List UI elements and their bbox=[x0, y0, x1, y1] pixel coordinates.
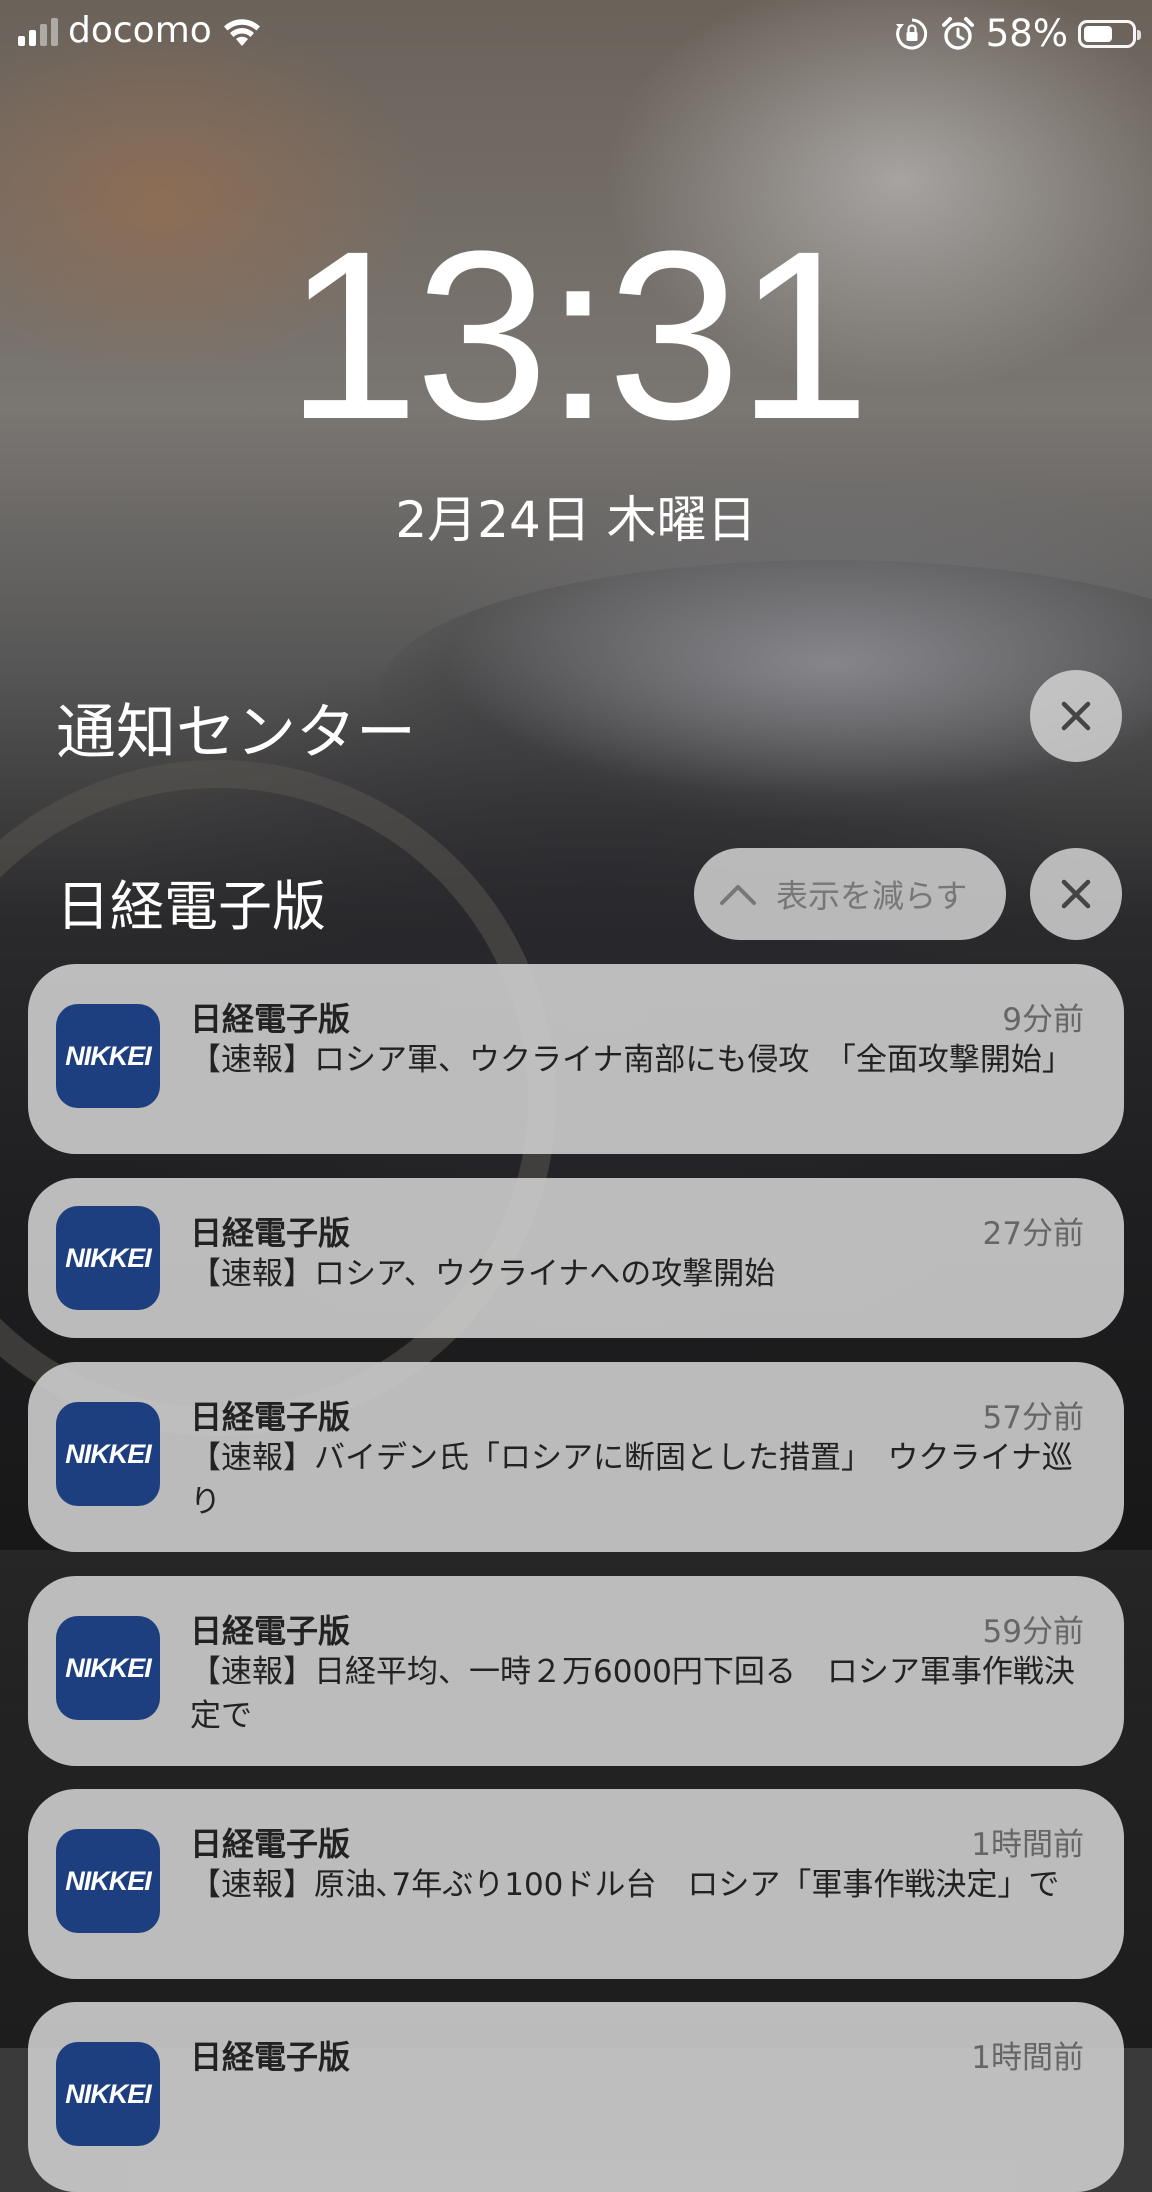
notification-body: 【速報】日経平均、一時２万6000円下回る ロシア軍事作戦決定で bbox=[190, 1654, 1075, 1734]
notification-card[interactable]: NIKKEI 日経電子版 57分前 【速報】バイデン氏「ロシアに断固とした措置」… bbox=[28, 1362, 1124, 1552]
close-icon bbox=[1061, 701, 1091, 731]
notification-time: 1時間前 bbox=[971, 1827, 1084, 1863]
lock-screen-time: 13:31 bbox=[285, 201, 871, 469]
nikkei-app-icon: NIKKEI bbox=[56, 1402, 160, 1506]
notification-app-name: 日経電子版 bbox=[190, 1612, 351, 1650]
nikkei-app-icon: NIKKEI bbox=[56, 1004, 160, 1108]
notification-group-title: 日経電子版 bbox=[56, 875, 326, 938]
show-less-label: 表示を減らす bbox=[776, 877, 968, 915]
notification-card[interactable]: NIKKEI 日経電子版 27分前 【速報】ロシア、ウクライナへの攻撃開始 bbox=[28, 1178, 1124, 1338]
chevron-up-icon bbox=[720, 885, 756, 905]
nikkei-app-icon: NIKKEI bbox=[56, 1206, 160, 1310]
notification-time: 57分前 bbox=[982, 1400, 1084, 1436]
notification-card[interactable]: NIKKEI 日経電子版 9分前 【速報】ロシア軍、ウクライナ南部にも侵攻 「全… bbox=[28, 964, 1124, 1154]
notification-card[interactable]: NIKKEI 日経電子版 1時間前 【速報】原油､7年ぶり100ドル台 ロシア「… bbox=[28, 1789, 1124, 1979]
notification-body: 【速報】原油､7年ぶり100ドル台 ロシア「軍事作戦決定」で bbox=[190, 1867, 1060, 1903]
notification-app-name: 日経電子版 bbox=[190, 1214, 351, 1252]
notification-body: 【速報】ロシア、ウクライナへの攻撃開始 bbox=[190, 1256, 776, 1292]
alarm-icon bbox=[941, 16, 974, 50]
notification-time: 59分前 bbox=[982, 1614, 1084, 1650]
notification-body: 【速報】バイデン氏「ロシアに断固とした措置」 ウクライナ巡り bbox=[190, 1440, 1073, 1520]
notification-app-name: 日経電子版 bbox=[190, 2038, 351, 2076]
carrier-name: docomo bbox=[68, 10, 212, 51]
notification-card[interactable]: NIKKEI 日経電子版 1時間前 bbox=[28, 2002, 1124, 2192]
nikkei-app-icon: NIKKEI bbox=[56, 1616, 160, 1720]
lock-screen-date: 2月24日 木曜日 bbox=[395, 491, 757, 549]
nikkei-app-icon: NIKKEI bbox=[56, 2042, 160, 2146]
wallpaper-car-hood bbox=[380, 560, 1152, 820]
notification-card[interactable]: NIKKEI 日経電子版 59分前 【速報】日経平均、一時２万6000円下回る … bbox=[28, 1576, 1124, 1766]
notification-time: 9分前 bbox=[1002, 1002, 1084, 1038]
notification-app-name: 日経電子版 bbox=[190, 1000, 351, 1038]
nikkei-app-icon: NIKKEI bbox=[56, 1829, 160, 1933]
notification-body: 【速報】ロシア軍、ウクライナ南部にも侵攻 「全面攻撃開始」 bbox=[190, 1042, 1073, 1078]
notification-app-name: 日経電子版 bbox=[190, 1825, 351, 1863]
battery-percentage: 58% bbox=[985, 12, 1068, 55]
clear-group-button[interactable] bbox=[1030, 848, 1122, 940]
show-less-button[interactable]: 表示を減らす bbox=[694, 848, 1006, 940]
notification-app-name: 日経電子版 bbox=[190, 1398, 351, 1436]
notification-center-title: 通知センター bbox=[56, 698, 416, 768]
status-bar: docomo 58% bbox=[0, 0, 1152, 64]
close-icon bbox=[1061, 879, 1091, 909]
battery-icon bbox=[1078, 19, 1141, 48]
clear-all-button[interactable] bbox=[1030, 670, 1122, 762]
notification-time: 1時間前 bbox=[971, 2040, 1084, 2076]
wifi-icon bbox=[223, 18, 260, 46]
orientation-lock-icon bbox=[895, 18, 927, 49]
signal-icon bbox=[18, 16, 58, 46]
notification-time: 27分前 bbox=[982, 1216, 1084, 1252]
